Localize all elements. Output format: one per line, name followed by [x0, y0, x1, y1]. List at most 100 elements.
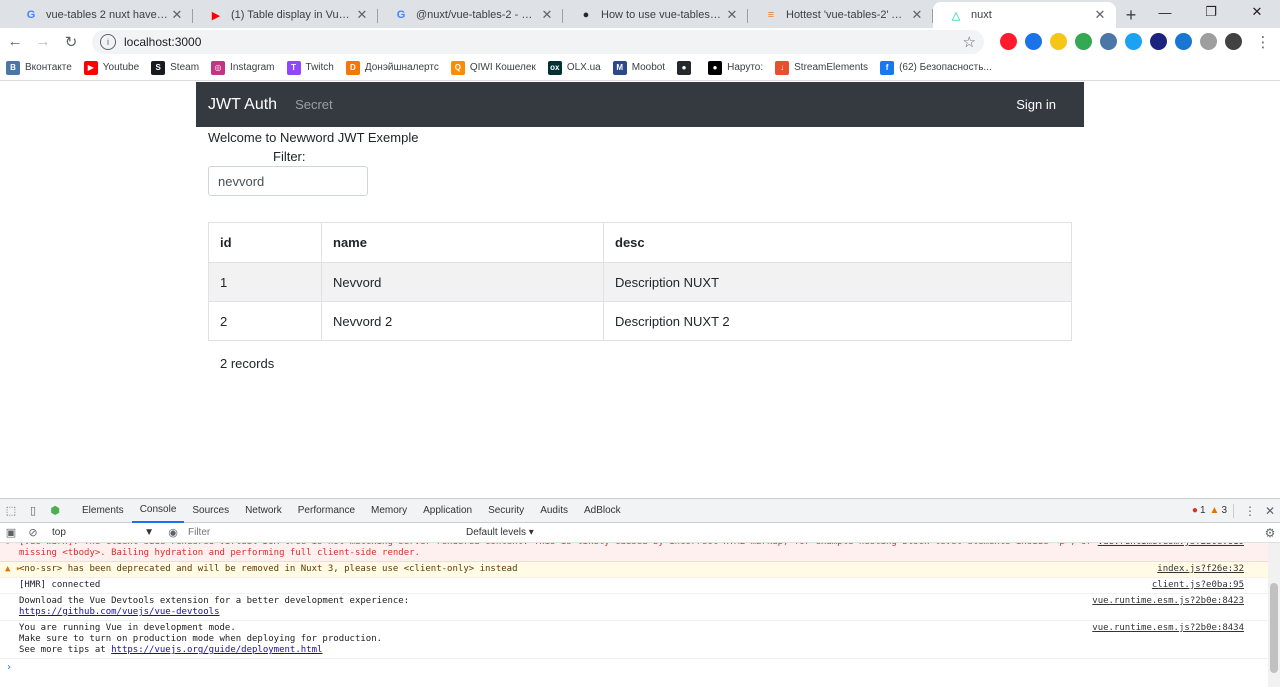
bookmark-item[interactable]: M Moobot: [612, 60, 665, 75]
warning-count[interactable]: 3: [1221, 505, 1227, 516]
address-bar[interactable]: i localhost:3000 ☆: [92, 29, 984, 54]
tab-favicon-icon: G: [396, 9, 406, 21]
tab-favicon-icon: ●: [582, 9, 590, 21]
console-source-link[interactable]: vue.runtime.esm.js?2b0e:8434: [1092, 623, 1244, 634]
browser-tab[interactable]: ≡ Hottest 'vue-tables-2' Answers✕: [748, 2, 933, 28]
extension-icon[interactable]: [1175, 33, 1192, 50]
bookmark-item[interactable]: S Steam: [151, 60, 199, 75]
tab-close-icon[interactable]: ✕: [909, 7, 925, 23]
back-arrow-icon[interactable]: ←: [2, 29, 28, 55]
close-window-button[interactable]: ✕: [1234, 0, 1280, 24]
bookmark-item[interactable]: ↓ StreamElements: [775, 60, 869, 75]
browser-tab[interactable]: Gvue-tables 2 nuxt have to anab✕: [8, 2, 193, 28]
bookmark-item[interactable]: B Вконтакте: [6, 60, 72, 75]
bookmark-item[interactable]: ● Наруто:: [708, 60, 763, 75]
devtools-tab-security[interactable]: Security: [480, 499, 532, 523]
tab-favicon-icon: △: [951, 9, 961, 22]
app-navbar: JWT Auth Secret Sign in: [196, 82, 1084, 127]
devtools-tab-sources[interactable]: Sources: [184, 499, 237, 523]
devtools-tab-console[interactable]: Console: [131, 499, 185, 523]
url-text[interactable]: localhost:3000: [124, 35, 963, 49]
devtools-tab-application[interactable]: Application: [415, 499, 480, 523]
tab-close-icon[interactable]: ✕: [1092, 7, 1108, 23]
devtools-tab-network[interactable]: Network: [237, 499, 290, 523]
tab-close-icon[interactable]: ✕: [539, 7, 555, 23]
console-source-link[interactable]: vue.runtime.esm.js?2b0e:619: [1098, 543, 1244, 548]
browser-tab[interactable]: ● How to use vue-tables-2 with✕: [563, 2, 748, 28]
bookmark-item[interactable]: Q QIWI Кошелек: [450, 60, 536, 75]
minimize-button[interactable]: —: [1142, 0, 1188, 24]
log-levels-dropdown[interactable]: Default levels ▾: [466, 527, 534, 538]
console-source-link[interactable]: index.js?f26e:32: [1157, 564, 1244, 575]
bookmark-item[interactable]: ox OLX.ua: [547, 60, 601, 75]
maximize-button[interactable]: ❐: [1188, 0, 1234, 24]
extension-icon[interactable]: [1200, 33, 1217, 50]
extension-icon[interactable]: [1125, 33, 1142, 50]
bookmark-item[interactable]: ◎ Instagram: [211, 60, 275, 75]
forward-arrow-icon[interactable]: →: [30, 29, 56, 55]
device-toolbar-icon[interactable]: ▯: [22, 504, 44, 517]
browser-tab[interactable]: △ nuxt ✕: [933, 2, 1116, 28]
console-source-link[interactable]: client.js?e0ba:95: [1152, 580, 1244, 591]
column-header-desc[interactable]: desc: [603, 222, 1072, 263]
sign-in-link[interactable]: Sign in: [1016, 97, 1072, 112]
console-link[interactable]: https://github.com/vuejs/vue-devtools: [19, 607, 219, 617]
devtools-menu-icon[interactable]: ⋮: [1240, 504, 1260, 518]
bookmark-item[interactable]: f (62) Безопасность...: [880, 60, 992, 75]
clear-console-icon[interactable]: ⊘: [22, 526, 44, 539]
nav-link-secret[interactable]: Secret: [295, 97, 333, 112]
bookmark-favicon-icon: ●: [708, 60, 723, 75]
warning-count-icon[interactable]: ▲: [1210, 505, 1220, 516]
console-filter-input[interactable]: [184, 524, 460, 541]
bookmark-item[interactable]: ●: [677, 60, 696, 75]
filter-input[interactable]: [208, 166, 368, 196]
table-cell: 2: [208, 301, 322, 341]
error-count[interactable]: 1: [1200, 505, 1206, 516]
error-count-icon[interactable]: ●: [1192, 505, 1198, 516]
table-row: 2 Nevvord 2 Description NUXT 2: [208, 301, 1072, 341]
tab-close-icon[interactable]: ✕: [354, 7, 370, 23]
bookmark-item[interactable]: T Twitch: [286, 60, 334, 75]
column-header-id[interactable]: id: [208, 222, 322, 263]
extension-icon[interactable]: [1000, 33, 1017, 50]
vue-devtools-icon[interactable]: ⬢: [44, 504, 66, 517]
bookmark-label: (62) Безопасность...: [899, 62, 992, 73]
extension-icon[interactable]: [1050, 33, 1067, 50]
inspect-element-icon[interactable]: ⬚: [0, 504, 22, 517]
context-selector[interactable]: top ▼: [48, 525, 158, 541]
eye-icon[interactable]: ◉: [162, 526, 184, 539]
devtools-tab-performance[interactable]: Performance: [290, 499, 363, 523]
bookmark-label: Вконтакте: [25, 62, 72, 73]
reload-icon[interactable]: ↻: [58, 29, 84, 55]
extension-icon[interactable]: [1100, 33, 1117, 50]
bookmark-item[interactable]: ▶ Youtube: [83, 60, 139, 75]
console-link[interactable]: https://vuejs.org/guide/deployment.html: [111, 645, 322, 655]
tab-close-icon[interactable]: ✕: [169, 7, 185, 23]
console-prompt[interactable]: ›: [0, 659, 1280, 676]
extension-icon[interactable]: [1025, 33, 1042, 50]
console-source-link[interactable]: vue.runtime.esm.js?2b0e:8423: [1092, 596, 1244, 607]
console-scrollbar[interactable]: [1268, 543, 1280, 687]
devtools-tab-adblock[interactable]: AdBlock: [576, 499, 629, 523]
bookmark-item[interactable]: D Донэйшналертс: [345, 60, 439, 75]
devtools-close-icon[interactable]: ✕: [1260, 504, 1280, 518]
extension-icon[interactable]: [1075, 33, 1092, 50]
sidebar-toggle-icon[interactable]: ▣: [0, 526, 22, 539]
tab-close-icon[interactable]: ✕: [724, 7, 740, 23]
info-icon[interactable]: i: [100, 33, 116, 50]
brand-link[interactable]: JWT Auth: [208, 96, 277, 114]
devtools-tab-memory[interactable]: Memory: [363, 499, 415, 523]
browser-tab[interactable]: G @nuxt/vue-tables-2 - Поиск в✕: [378, 2, 563, 28]
devtools-tab-audits[interactable]: Audits: [532, 499, 576, 523]
bookmark-label: StreamElements: [794, 62, 869, 73]
browser-tab[interactable]: ▶ (1) Table display in Vuejs vue ta✕: [193, 2, 378, 28]
console-message: ⊗ ▸[Vue warn]: The client-side rendered …: [0, 543, 1280, 562]
extension-icon[interactable]: [1150, 33, 1167, 50]
column-header-name[interactable]: name: [321, 222, 604, 263]
menu-icon[interactable]: ⋮: [1250, 29, 1276, 55]
bookmark-favicon-icon: T: [286, 60, 301, 75]
extension-icon[interactable]: [1225, 33, 1242, 50]
gear-icon[interactable]: ⚙: [1260, 526, 1280, 540]
bookmark-star-icon[interactable]: ☆: [963, 33, 976, 51]
devtools-tab-elements[interactable]: Elements: [74, 499, 132, 523]
